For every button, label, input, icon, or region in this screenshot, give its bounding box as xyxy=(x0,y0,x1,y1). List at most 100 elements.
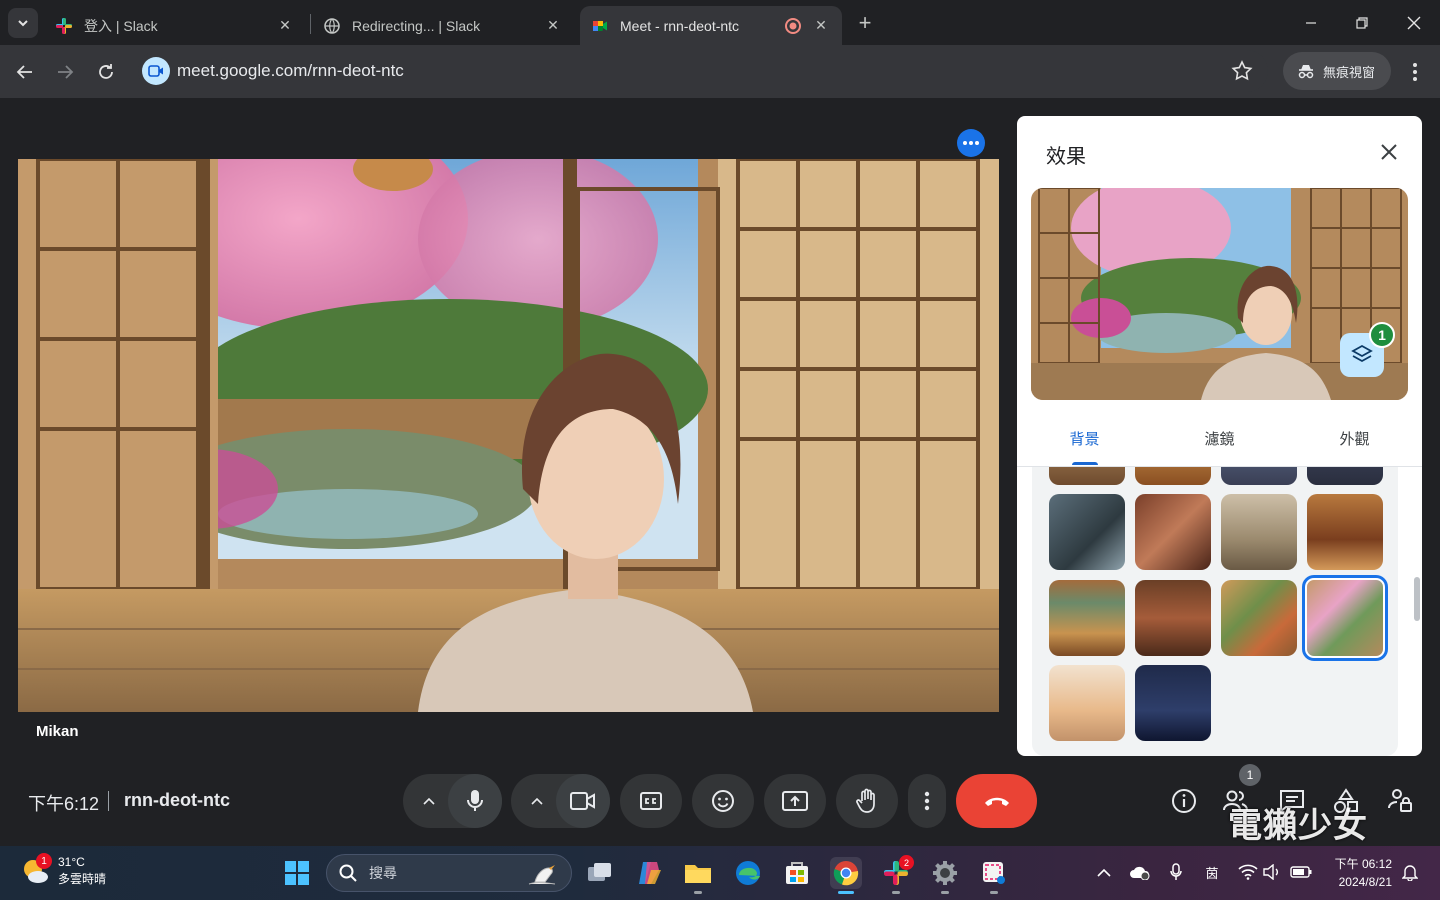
weather-notification-badge: 1 xyxy=(36,853,52,869)
gear-icon xyxy=(933,861,957,885)
bookmark-star-icon[interactable] xyxy=(1230,59,1254,83)
background-option[interactable] xyxy=(1049,467,1125,485)
background-option[interactable] xyxy=(1221,467,1297,485)
input-method-indicator[interactable]: 茵 xyxy=(1200,860,1224,884)
wifi-tray-icon[interactable] xyxy=(1236,860,1260,884)
video-settings-button[interactable] xyxy=(519,774,555,828)
recording-indicator-icon xyxy=(785,17,801,34)
arrow-left-icon xyxy=(16,65,32,79)
background-option[interactable] xyxy=(1049,494,1125,570)
incognito-indicator[interactable]: 無痕視窗 xyxy=(1283,52,1391,90)
new-tab-button[interactable]: + xyxy=(852,10,878,36)
close-icon[interactable] xyxy=(1377,140,1401,164)
background-option-selected[interactable] xyxy=(1302,575,1388,661)
copilot-button[interactable] xyxy=(633,857,665,889)
battery-tray-icon[interactable] xyxy=(1289,860,1313,884)
forward-button[interactable] xyxy=(50,57,80,87)
more-options-button[interactable] xyxy=(908,774,946,828)
site-info-button[interactable] xyxy=(142,57,170,85)
participant-count-badge: 1 xyxy=(1239,764,1261,786)
reload-icon xyxy=(99,64,113,79)
show-hidden-icons-button[interactable] xyxy=(1092,860,1116,884)
battery-icon xyxy=(1290,866,1312,878)
tab-slack-login[interactable]: 登入 | Slack ✕ xyxy=(44,6,306,45)
tab-meet[interactable]: Meet - rnn-deot-ntc ✕ xyxy=(580,6,842,45)
background-option[interactable] xyxy=(1135,665,1211,741)
background-option[interactable] xyxy=(1307,494,1383,570)
meeting-details-button[interactable] xyxy=(1169,786,1199,816)
lock-person-icon xyxy=(1388,789,1412,812)
participant-name: Mikan xyxy=(36,723,79,740)
microphone-button[interactable] xyxy=(448,774,502,828)
raise-hand-button[interactable] xyxy=(836,774,898,828)
tab-search-button[interactable] xyxy=(8,8,38,38)
folder-icon xyxy=(685,865,711,883)
globe-icon xyxy=(324,17,340,34)
wifi-icon xyxy=(1238,864,1258,880)
bell-icon xyxy=(1402,865,1418,881)
host-controls-button[interactable] xyxy=(1385,786,1415,816)
camera-button[interactable] xyxy=(556,774,610,828)
background-option[interactable] xyxy=(1049,665,1125,741)
microphone-icon xyxy=(467,790,483,811)
file-explorer-button[interactable] xyxy=(682,857,714,889)
effects-panel-title: 效果 xyxy=(1046,146,1086,168)
task-view-button[interactable] xyxy=(584,857,616,889)
close-tab-icon[interactable]: ✕ xyxy=(812,17,830,35)
background-option[interactable] xyxy=(1135,580,1211,656)
meeting-time: 下午6:12 xyxy=(28,794,100,814)
background-option[interactable] xyxy=(1049,580,1125,656)
tab-redirecting-slack[interactable]: Redirecting... | Slack ✕ xyxy=(312,6,574,45)
restore-button[interactable] xyxy=(1337,0,1387,45)
speaker-icon xyxy=(1263,864,1278,880)
reactions-button[interactable] xyxy=(692,774,754,828)
clock-time: 下午 06:12 xyxy=(1334,857,1392,871)
taskbar-clock[interactable]: 下午 06:12 2024/8/21 xyxy=(1328,855,1392,891)
minimize-icon xyxy=(1306,21,1316,24)
close-tab-icon[interactable]: ✕ xyxy=(276,17,294,35)
start-button[interactable] xyxy=(281,857,313,889)
close-tab-icon[interactable]: ✕ xyxy=(544,17,562,35)
weather-widget[interactable]: 31°C 多雲時晴 xyxy=(20,854,106,888)
reload-button[interactable] xyxy=(91,57,121,87)
settings-button[interactable] xyxy=(929,857,961,889)
chevron-up-icon xyxy=(1097,868,1111,877)
background-option[interactable] xyxy=(1221,580,1297,656)
microsoft-store-button[interactable] xyxy=(781,857,813,889)
tab-backgrounds[interactable]: 背景 xyxy=(1017,428,1152,449)
windows-taskbar: 31°C 多雲時晴 xyxy=(0,846,1440,900)
tab-appearance[interactable]: 外觀 xyxy=(1287,428,1422,449)
edge-button[interactable] xyxy=(732,857,764,889)
close-window-button[interactable] xyxy=(1389,0,1439,45)
background-option[interactable] xyxy=(1135,494,1211,570)
background-option[interactable] xyxy=(1307,467,1383,485)
tab-filters[interactable]: 濾鏡 xyxy=(1152,428,1287,449)
audio-settings-button[interactable] xyxy=(411,774,447,828)
panel-scrollbar[interactable] xyxy=(1414,577,1420,621)
notifications-button[interactable] xyxy=(1398,860,1422,884)
minimize-button[interactable] xyxy=(1286,0,1336,45)
windows-logo-icon xyxy=(285,861,309,885)
snipping-tool-icon xyxy=(983,862,1005,884)
tile-more-options-button[interactable] xyxy=(957,129,985,157)
edge-icon xyxy=(736,861,760,885)
volume-tray-icon[interactable] xyxy=(1260,860,1284,884)
onedrive-tray-icon[interactable] xyxy=(1128,860,1152,884)
browser-menu-icon[interactable] xyxy=(1402,59,1428,85)
back-button[interactable] xyxy=(10,57,40,87)
address-bar[interactable]: meet.google.com/rnn-deot-ntc xyxy=(138,50,1268,92)
captions-button[interactable] xyxy=(620,774,682,828)
microphone-tray-icon[interactable] xyxy=(1164,860,1188,884)
taskbar-search-box[interactable]: 搜尋 xyxy=(326,854,572,892)
background-option[interactable] xyxy=(1221,494,1297,570)
background-grid xyxy=(1032,467,1398,756)
leave-call-button[interactable] xyxy=(956,774,1037,828)
background-option[interactable] xyxy=(1135,467,1211,485)
present-screen-button[interactable] xyxy=(764,774,826,828)
snipping-tool-button[interactable] xyxy=(978,857,1010,889)
active-tab-indicator xyxy=(1072,462,1098,465)
chrome-button[interactable] xyxy=(830,857,862,889)
search-placeholder: 搜尋 xyxy=(369,865,397,881)
microphone-icon xyxy=(1170,863,1182,880)
watermark-logo: 電獺少女 xyxy=(1228,807,1368,845)
